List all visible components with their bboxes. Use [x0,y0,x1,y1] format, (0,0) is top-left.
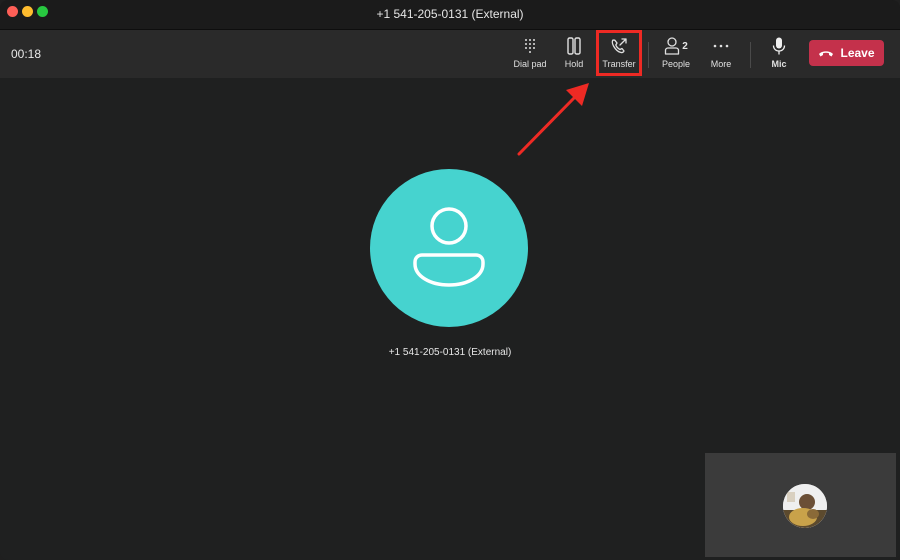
more-label: More [710,59,732,69]
hold-button[interactable]: Hold [556,36,592,76]
call-timer: 00:18 [11,47,42,61]
person-icon [413,207,485,287]
caller-name: +1 541-205-0131 (External) [388,347,512,358]
leave-button[interactable]: Leave [809,40,884,66]
transfer-highlight-box [596,30,642,76]
self-avatar [783,484,827,528]
toolbar-divider [648,42,649,68]
self-video-preview [705,453,896,557]
mic-label: Mic [771,59,787,69]
call-window: +1 541-205-0131 (External) 00:18 Dial pa… [0,0,900,560]
user-photo [783,484,827,528]
dialpad-icon [525,39,535,53]
more-dots-icon [713,44,729,48]
people-count: 2 [682,40,688,52]
call-toolbar: 00:18 Dial pad Hold Transfer 2 People Mo… [0,30,900,78]
people-label: People [661,59,691,69]
hold-label: Hold [564,59,584,69]
person-icon [665,37,680,55]
phone-hangup-icon [819,51,834,57]
people-button[interactable]: 2 People [656,36,696,76]
dial-pad-button[interactable]: Dial pad [510,36,550,76]
caller-avatar [370,169,528,327]
pause-icon [567,37,581,55]
leave-label: Leave [840,46,875,60]
mic-button[interactable]: Mic [762,36,796,76]
microphone-icon [772,37,786,55]
window-title: +1 541-205-0131 (External) [376,7,524,21]
toolbar-divider [750,42,751,68]
title-bar: +1 541-205-0131 (External) [0,0,900,30]
more-button[interactable]: More [702,36,740,76]
dial-pad-label: Dial pad [513,59,547,69]
